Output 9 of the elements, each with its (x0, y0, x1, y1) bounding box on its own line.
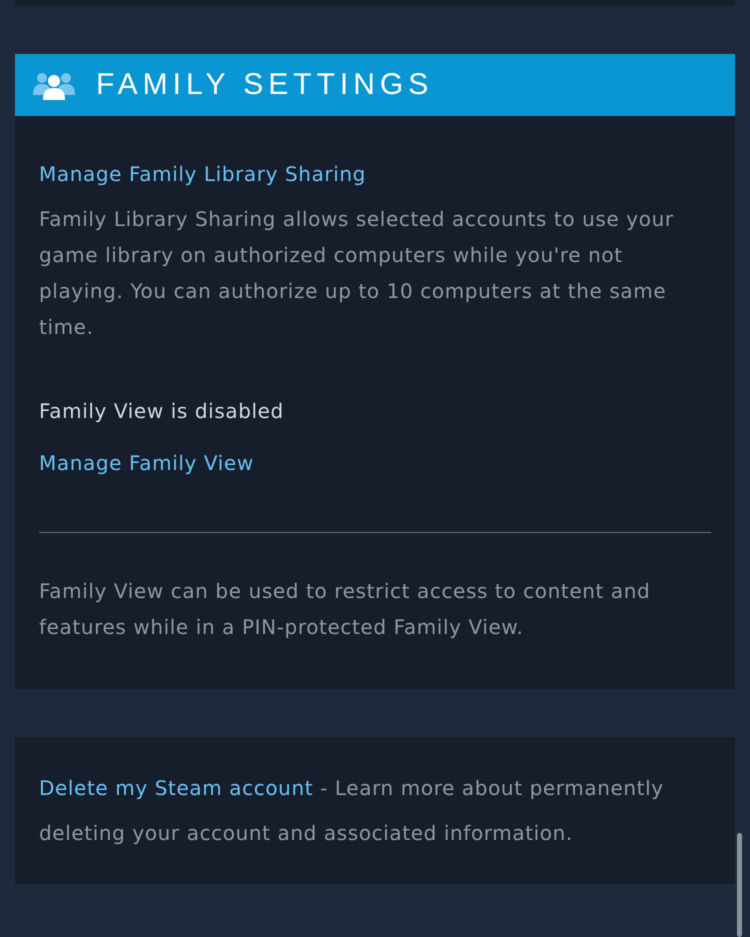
delete-account-text: Delete my Steam account - Learn more about permanently deleting your account and associated information. (39, 775, 665, 847)
manage-family-view-link[interactable]: Manage Family View (39, 445, 254, 481)
delete-account-link[interactable]: Delete my Steam account (39, 776, 314, 800)
library-sharing-description: Family Library Sharing allows selected accounts to use your game library on authorized computers while you're not playing. You can authorize up to 10 computers at the same time. (39, 206, 675, 341)
family-view-description: Family View can be used to restrict access to content and features while in a PIN-protected Family View. (39, 578, 652, 641)
manage-library-sharing-link[interactable]: Manage Family Library Sharing (39, 156, 366, 192)
family-icon (33, 70, 75, 100)
section-title: FAMILY SETTINGS (96, 70, 434, 100)
family-view-status: Family View is disabled (39, 398, 285, 425)
